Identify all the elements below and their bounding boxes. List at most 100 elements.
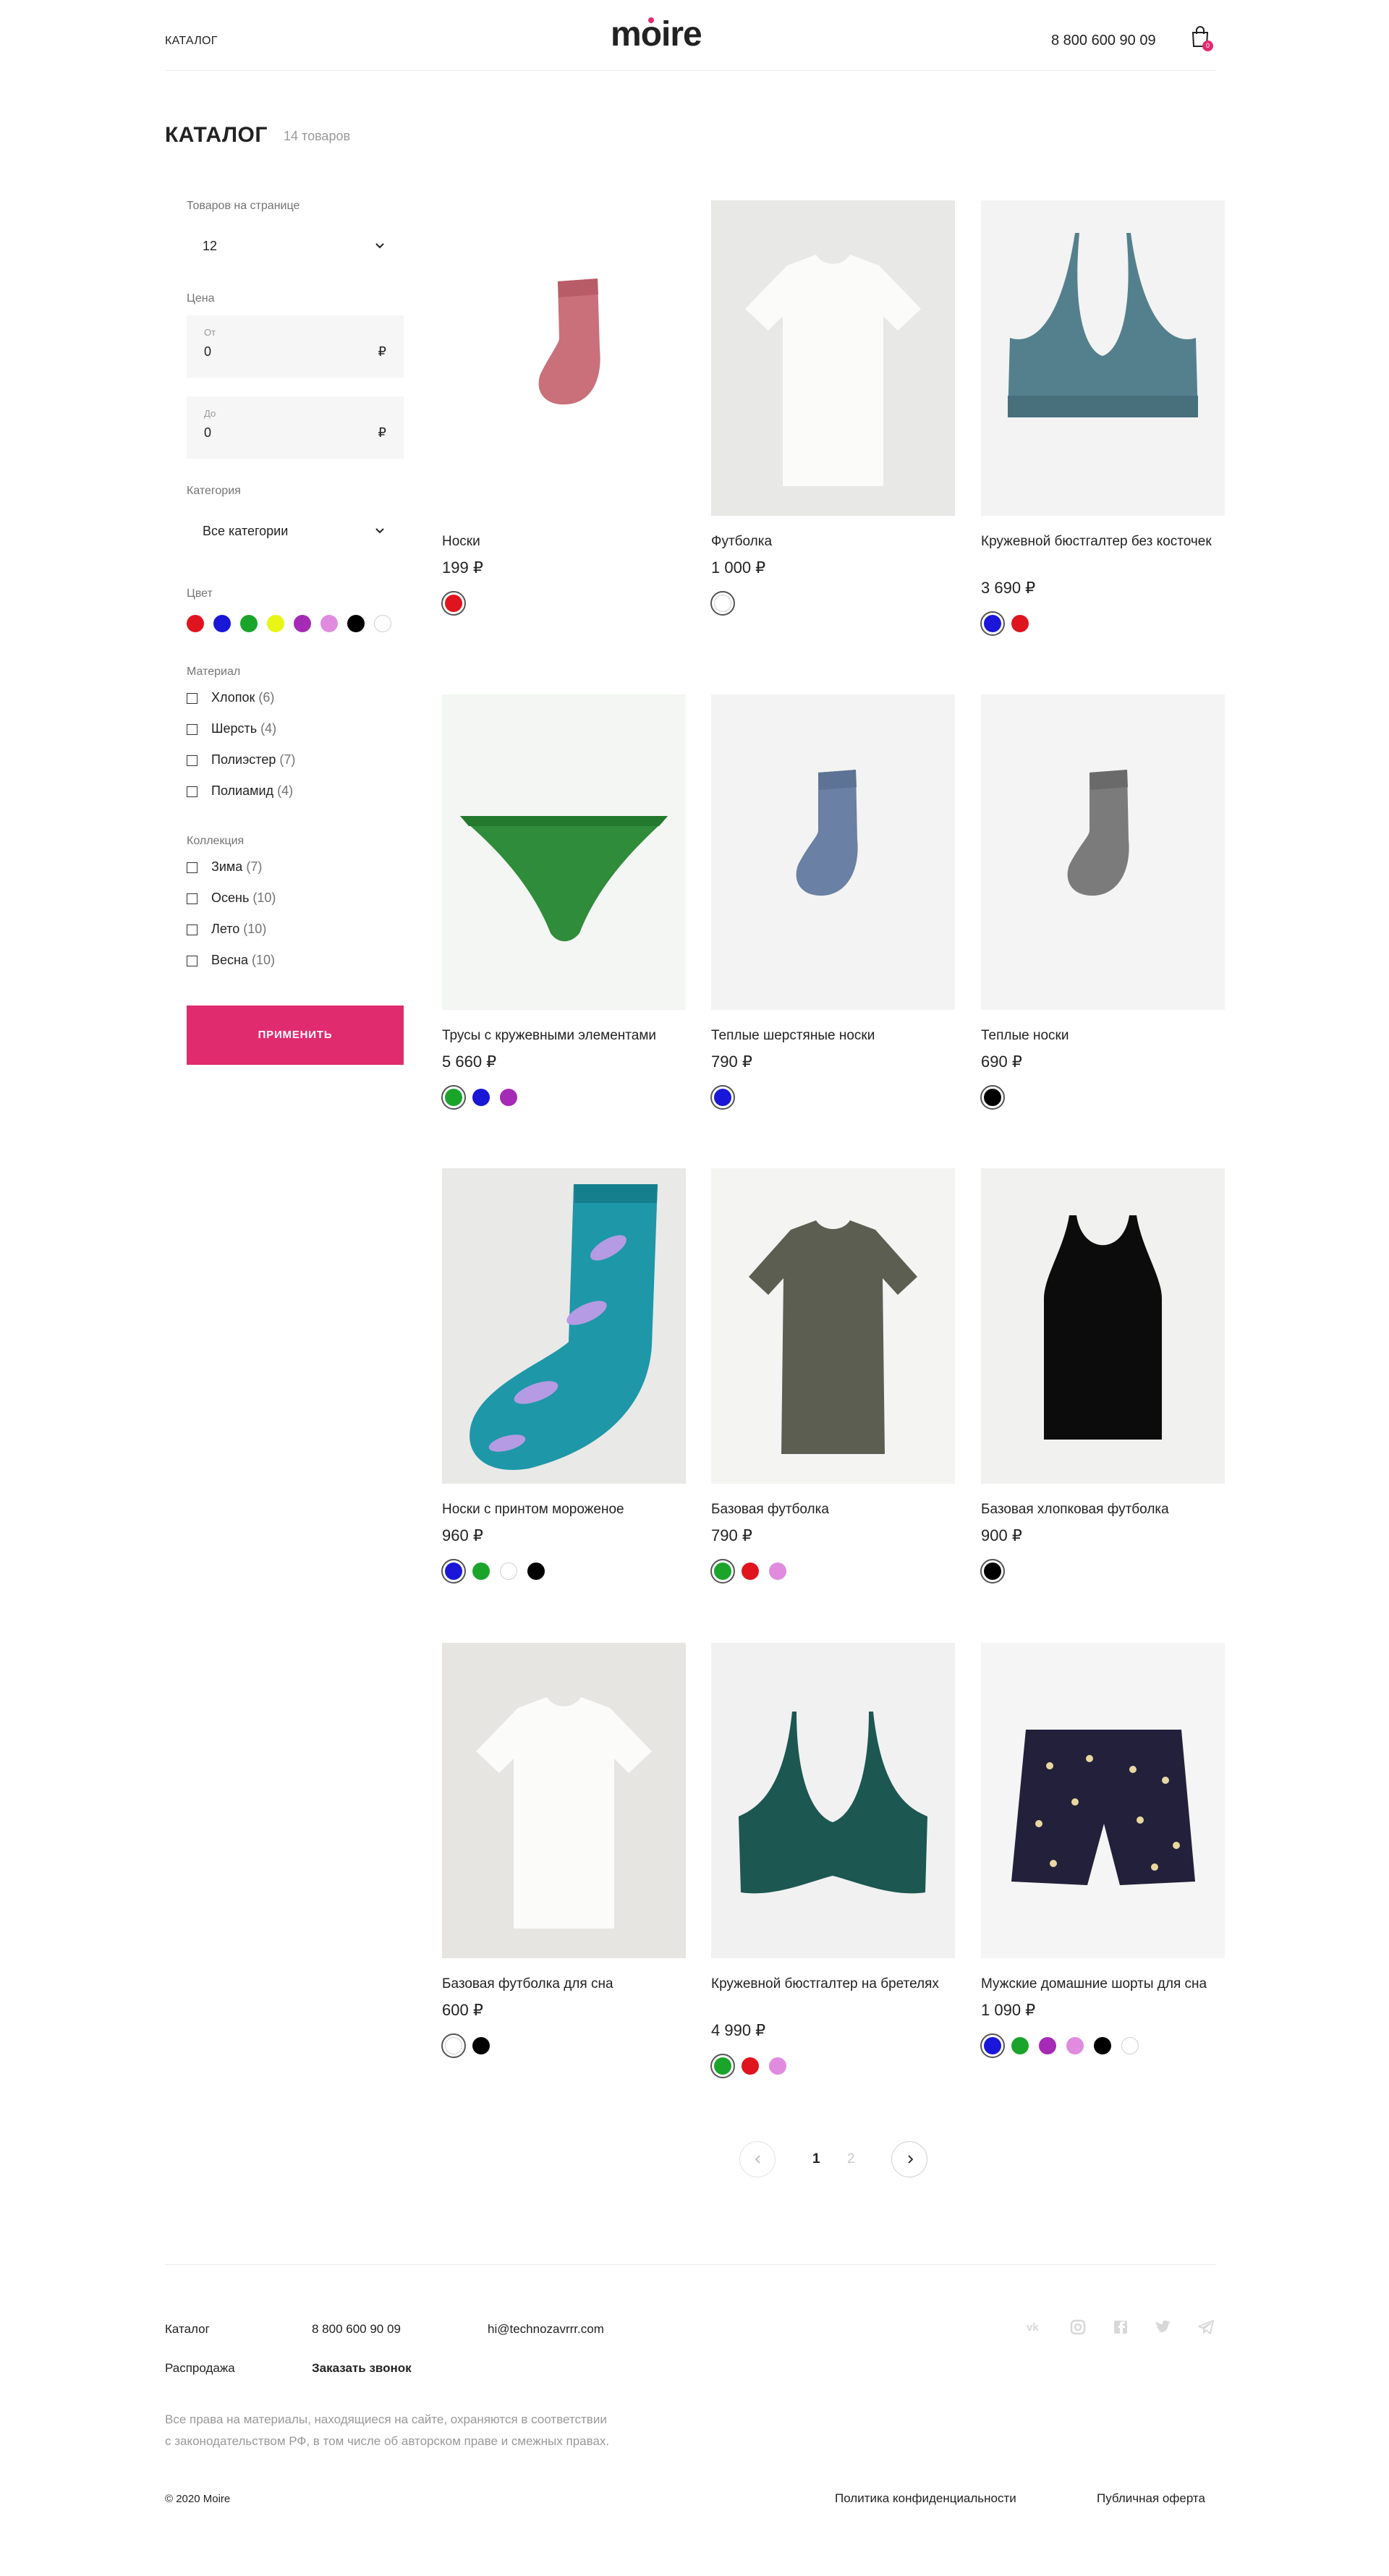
product-color-option[interactable] <box>710 2054 735 2078</box>
product-color-option[interactable] <box>742 2057 759 2075</box>
product-color-option[interactable] <box>441 1559 466 1584</box>
prev-page-button[interactable] <box>739 2141 776 2177</box>
checkbox-box[interactable] <box>187 755 197 766</box>
product-name[interactable]: Теплые шерстяные носки <box>711 1026 955 1046</box>
product-image[interactable] <box>981 1643 1225 1958</box>
facebook-icon[interactable] <box>1113 2319 1129 2335</box>
product-name[interactable]: Носки <box>442 532 686 552</box>
product-color-option[interactable] <box>1121 2037 1139 2054</box>
product-color-option[interactable] <box>710 591 735 616</box>
color-swatch[interactable] <box>374 615 391 632</box>
checkbox-box[interactable] <box>187 786 197 797</box>
product-name[interactable]: Базовая футболка для сна <box>442 1974 686 1994</box>
color-swatch[interactable] <box>294 615 311 632</box>
footer-email-link[interactable]: hi@technozavrrr.com <box>488 2322 604 2337</box>
product-color-option[interactable] <box>980 1085 1005 1110</box>
product-image[interactable] <box>442 694 686 1010</box>
next-page-button[interactable] <box>891 2141 927 2177</box>
checkbox-box[interactable] <box>187 956 197 966</box>
checkbox-box[interactable] <box>187 924 197 935</box>
category-select[interactable]: Все категории <box>187 511 404 551</box>
page-1-link[interactable]: 1 <box>812 2151 820 2167</box>
privacy-policy-link[interactable]: Политика конфиденциальности <box>835 2491 1016 2506</box>
color-swatch[interactable] <box>187 615 204 632</box>
cart-count-badge: 0 <box>1202 41 1213 51</box>
color-swatch[interactable] <box>213 615 231 632</box>
product-name[interactable]: Футболка <box>711 532 955 552</box>
product-color-option[interactable] <box>472 1089 490 1106</box>
price-from-label: От <box>204 327 216 338</box>
price-from-input[interactable]: От 0 ₽ <box>187 315 404 378</box>
product-color-option[interactable] <box>500 1563 517 1580</box>
product-image[interactable] <box>981 200 1225 516</box>
public-offer-link[interactable]: Публичная оферта <box>1097 2491 1205 2506</box>
instagram-icon[interactable] <box>1070 2319 1086 2335</box>
header-phone[interactable]: 8 800 600 90 09 <box>1051 33 1156 49</box>
product-name[interactable]: Кружевной бюстгалтер на бретелях <box>711 1974 955 1994</box>
product-price: 900 ₽ <box>981 1526 1022 1544</box>
product-name[interactable]: Базовая хлопковая футболка <box>981 1500 1225 1520</box>
product-image[interactable] <box>442 1643 686 1958</box>
product-color-option[interactable] <box>472 2037 490 2054</box>
vk-icon[interactable]: vk <box>1026 2319 1042 2335</box>
cart-button[interactable]: 0 <box>1191 26 1213 51</box>
product-color-option[interactable] <box>742 1563 759 1580</box>
apply-filters-button[interactable]: ПРИМЕНИТЬ <box>187 1006 404 1065</box>
green-bra-image <box>711 1643 955 1958</box>
product-color-option[interactable] <box>500 1089 517 1106</box>
checkbox-box[interactable] <box>187 693 197 704</box>
twitter-icon[interactable] <box>1155 2319 1171 2335</box>
product-color-option[interactable] <box>1011 615 1029 632</box>
product-color-option[interactable] <box>1011 2037 1029 2054</box>
footer-sale-link[interactable]: Распродажа <box>165 2361 235 2376</box>
page-2-link[interactable]: 2 <box>847 2151 855 2167</box>
product-color-option[interactable] <box>769 1563 786 1580</box>
product-color-option[interactable] <box>441 591 466 616</box>
product-color-option[interactable] <box>710 1559 735 1584</box>
product-image[interactable] <box>981 1168 1225 1484</box>
product-name[interactable]: Мужские домашние шорты для сна <box>981 1974 1225 1994</box>
per-page-select[interactable]: 12 <box>187 226 404 266</box>
telegram-icon[interactable] <box>1197 2319 1214 2335</box>
product-name[interactable]: Трусы с кружевными элементами <box>442 1026 686 1046</box>
product-color-option[interactable] <box>980 2033 1005 2058</box>
price-to-input[interactable]: До 0 ₽ <box>187 396 404 459</box>
footer-phone-link[interactable]: 8 800 600 90 09 <box>312 2322 401 2337</box>
color-swatch[interactable] <box>347 615 365 632</box>
product-name[interactable]: Базовая футболка <box>711 1500 955 1520</box>
nav-catalog-link[interactable]: КАТАЛОГ <box>165 35 218 48</box>
checkbox-box[interactable] <box>187 724 197 735</box>
color-swatch[interactable] <box>320 615 338 632</box>
product-name[interactable]: Теплые носки <box>981 1026 1225 1046</box>
product-color-option[interactable] <box>769 2057 786 2075</box>
product-image[interactable] <box>711 1168 955 1484</box>
product-color-option[interactable] <box>1039 2037 1056 2054</box>
color-swatch[interactable] <box>240 615 258 632</box>
checkbox-box[interactable] <box>187 862 197 873</box>
white-tshirt-image <box>711 200 955 516</box>
product-color-option[interactable] <box>441 1085 466 1110</box>
product-image[interactable] <box>711 694 955 1010</box>
product-name[interactable]: Кружевной бюстгалтер без косточек <box>981 532 1225 552</box>
product-image[interactable] <box>442 200 686 516</box>
product-color-option[interactable] <box>441 2033 466 2058</box>
product-name[interactable]: Носки с принтом мороженое <box>442 1500 686 1520</box>
product-color-option[interactable] <box>472 1563 490 1580</box>
footer-catalog-link[interactable]: Каталог <box>165 2322 210 2337</box>
product-color-option[interactable] <box>527 1563 545 1580</box>
category-label: Категория <box>187 485 241 497</box>
product-color-option[interactable] <box>1066 2037 1084 2054</box>
product-color-option[interactable] <box>710 1085 735 1110</box>
product-image[interactable] <box>711 200 955 516</box>
product-image[interactable] <box>981 694 1225 1010</box>
collection-name: Лето <box>211 922 240 936</box>
product-image[interactable] <box>442 1168 686 1484</box>
product-color-option[interactable] <box>980 611 1005 636</box>
checkbox-box[interactable] <box>187 893 197 904</box>
product-color-option[interactable] <box>1094 2037 1111 2054</box>
product-color-option[interactable] <box>980 1559 1005 1584</box>
logo[interactable]: mo ire <box>611 14 702 54</box>
callback-link[interactable]: Заказать звонок <box>312 2361 412 2376</box>
color-swatch[interactable] <box>267 615 284 632</box>
product-image[interactable] <box>711 1643 955 1958</box>
